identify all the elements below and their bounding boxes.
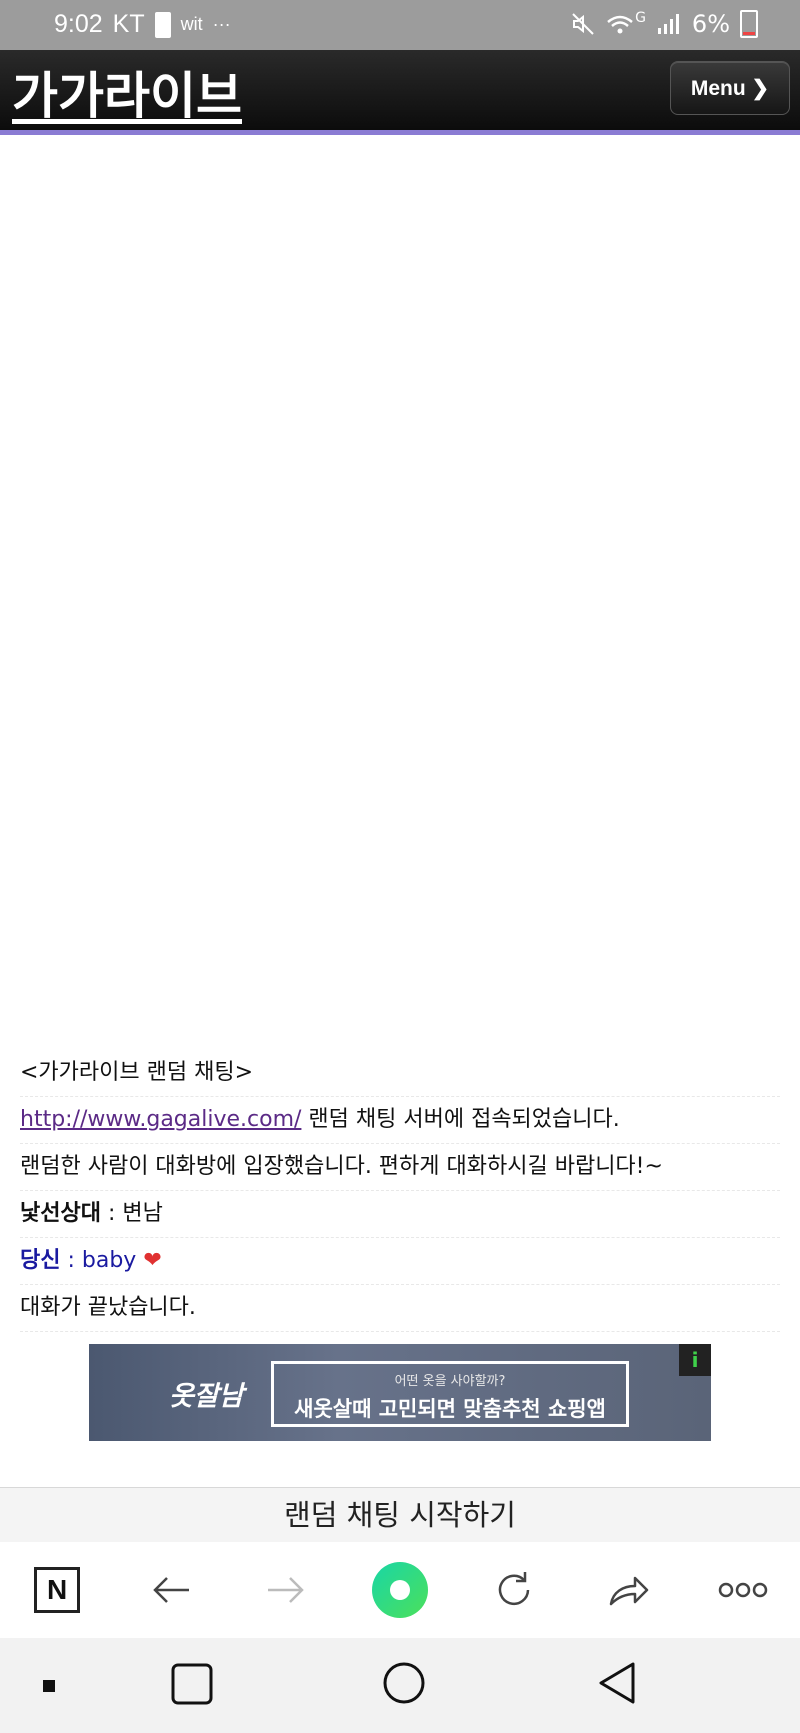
you-label: 당신 [20, 1248, 61, 1273]
start-chat-button[interactable]: 랜덤 채팅 시작하기 [0, 1487, 800, 1543]
small-square-icon [43, 1680, 55, 1692]
back-arrow-icon [153, 1577, 190, 1603]
share-icon [609, 1576, 648, 1606]
more-icon [718, 1582, 768, 1598]
browser-toolbar: N [0, 1542, 800, 1638]
nav-dot-button[interactable] [42, 1678, 56, 1697]
you-msg: : baby [60, 1248, 144, 1273]
battery-percent: 6% [691, 10, 730, 38]
chat-log: <가가라이브 랜덤 채팅> http://www.gagalive.com/ 랜… [20, 1050, 780, 1332]
naver-icon: N [34, 1567, 81, 1613]
carrier: KT [112, 10, 145, 38]
chat-intro-text: <가가라이브 랜덤 채팅> [20, 1060, 254, 1085]
system-nav-bar [0, 1638, 800, 1733]
ad-brand: 옷잘남 [169, 1381, 244, 1412]
chat-line-you: 당신 : baby ❤ [20, 1238, 780, 1285]
signal-icon [657, 14, 679, 34]
ad-text-box: 어떤 옷을 사야할까? 새옷살때 고민되면 맞춤추천 쇼핑앱 [271, 1361, 629, 1427]
ad-headline: 새옷살때 고민되면 맞춤추천 쇼핑앱 [294, 1397, 606, 1421]
green-dot-button[interactable] [365, 1555, 435, 1625]
network-type: G [635, 10, 646, 26]
notification-battery-icon [154, 11, 171, 38]
heart-icon: ❤ [143, 1248, 162, 1273]
forward-arrow-icon [267, 1577, 304, 1603]
server-link[interactable]: http://www.gagalive.com/ [20, 1107, 301, 1132]
more-button[interactable] [708, 1555, 778, 1625]
end-msg: 대화가 끝났습니다. [20, 1295, 196, 1320]
chat-line-stranger: 낯선상대 : 변남 [20, 1191, 780, 1238]
home-button[interactable] [382, 1661, 426, 1709]
site-header: 가가라이브 Menu ❯ [0, 50, 800, 135]
status-bar: 9:02 KT wit ··· G 6% [0, 0, 800, 50]
stranger-msg: : 변남 [100, 1201, 163, 1226]
green-dot-icon [371, 1562, 428, 1618]
ad-info-icon[interactable]: i [679, 1344, 711, 1376]
battery-icon [740, 10, 758, 38]
ad-subtitle: 어떤 옷을 사야할까? [394, 1374, 506, 1389]
chat-line-enter: 랜덤한 사람이 대화방에 입장했습니다. 편하게 대화하시길 바랍니다!~ [20, 1144, 780, 1191]
chat-line-server: http://www.gagalive.com/ 랜덤 채팅 서버에 접속되었습… [20, 1097, 780, 1144]
app-notification: wit [180, 14, 203, 34]
back-nav-button[interactable] [597, 1661, 637, 1709]
home-icon [383, 1662, 425, 1704]
clock: 9:02 [54, 10, 103, 38]
reload-icon [499, 1572, 530, 1606]
chat-line-intro: <가가라이브 랜덤 채팅> [20, 1050, 780, 1097]
server-msg: 랜덤 채팅 서버에 접속되었습니다. [301, 1107, 620, 1132]
ad-banner[interactable]: 옷잘남 어떤 옷을 사야할까? 새옷살때 고민되면 맞춤추천 쇼핑앱 i [89, 1344, 711, 1441]
site-logo[interactable]: 가가라이브 [12, 56, 242, 128]
stranger-label: 낯선상대 [20, 1201, 101, 1226]
status-right: G 6% [571, 10, 758, 38]
reload-button[interactable] [479, 1555, 549, 1625]
share-button[interactable] [594, 1555, 664, 1625]
menu-button[interactable]: Menu ❯ [670, 61, 790, 115]
status-left: 9:02 KT wit ··· [54, 10, 231, 39]
forward-button[interactable] [251, 1555, 321, 1625]
recents-button[interactable] [171, 1663, 213, 1709]
wifi-icon [607, 15, 633, 34]
back-triangle-icon [599, 1662, 635, 1704]
more-notifications: ··· [212, 14, 231, 34]
recents-icon [171, 1663, 213, 1705]
mute-icon [572, 13, 594, 35]
naver-home-button[interactable]: N [22, 1555, 92, 1625]
back-button[interactable] [136, 1555, 206, 1625]
chat-line-end: 대화가 끝났습니다. [20, 1285, 780, 1332]
enter-msg: 랜덤한 사람이 대화방에 입장했습니다. 편하게 대화하시길 바랍니다!~ [20, 1154, 663, 1179]
